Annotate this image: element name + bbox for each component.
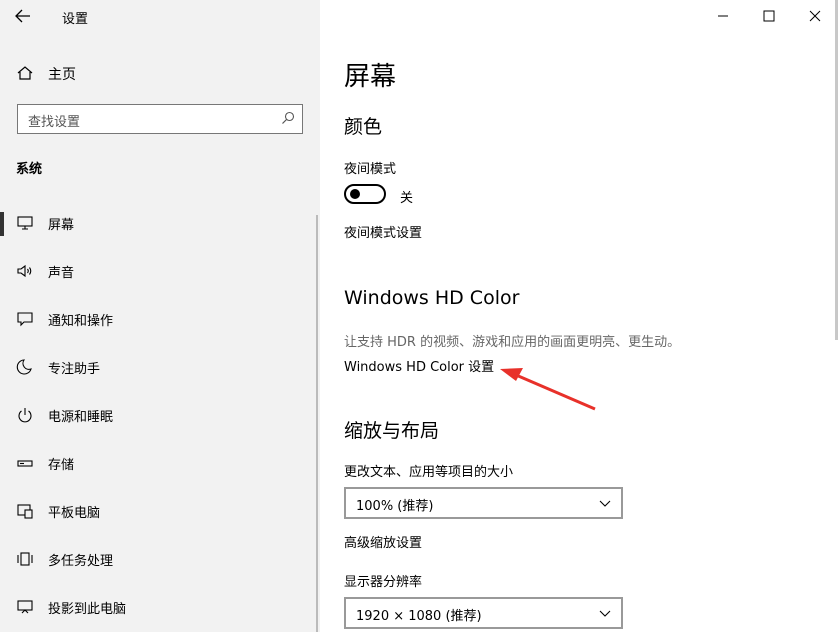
section-label-system: 系统 (16, 162, 43, 177)
close-icon (809, 10, 821, 22)
scale-label: 更改文本、应用等项目的大小 (344, 465, 514, 480)
advanced-scaling-link[interactable]: 高级缩放设置 (344, 532, 422, 551)
back-button[interactable] (10, 4, 38, 28)
sidebar-item-projecting[interactable]: 投影到此电脑 (0, 592, 320, 624)
message-icon (16, 310, 34, 328)
hdr-heading: Windows HD Color (344, 287, 520, 309)
sidebar-scrollbar[interactable] (316, 215, 318, 632)
scale-dropdown[interactable]: 100% (推荐) (344, 487, 623, 519)
night-mode-label: 夜间模式 (344, 162, 397, 177)
sidebar-item-tablet[interactable]: 平板电脑 (0, 496, 320, 528)
main-content: 屏幕 颜色 夜间模式 关 夜间模式设置 Windows HD Color 让支持… (320, 0, 839, 632)
sidebar-item-label: 专注助手 (48, 362, 101, 377)
monitor-icon (16, 214, 34, 232)
sidebar-item-power[interactable]: 电源和睡眠 (0, 400, 320, 432)
moon-icon (16, 358, 34, 376)
sidebar-item-label: 电源和睡眠 (48, 410, 114, 425)
night-mode-state: 关 (400, 191, 414, 206)
storage-icon (16, 454, 34, 472)
multitask-icon (16, 550, 34, 568)
speaker-icon (16, 262, 34, 280)
hdr-description: 让支持 HDR 的视频、游戏和应用的画面更明亮、更生动。 (344, 335, 681, 350)
page-title: 屏幕 (344, 62, 397, 92)
home-icon (16, 64, 34, 86)
tablet-icon (16, 502, 34, 520)
chevron-down-icon (597, 605, 613, 621)
toggle-knob (350, 189, 360, 199)
minimize-icon (718, 15, 728, 17)
sidebar-item-label: 通知和操作 (48, 314, 114, 329)
sidebar-item-multitasking[interactable]: 多任务处理 (0, 544, 320, 576)
search-icon[interactable] (280, 110, 296, 126)
resolution-label: 显示器分辨率 (344, 575, 423, 590)
sidebar-item-label: 投影到此电脑 (48, 602, 127, 617)
active-indicator (0, 212, 4, 236)
annotation-arrow-icon (500, 368, 596, 411)
maximize-icon (763, 10, 775, 22)
scale-value: 100% (推荐) (356, 499, 434, 514)
sidebar-item-label: 声音 (48, 266, 75, 281)
chevron-down-icon (597, 495, 613, 511)
night-mode-settings-link[interactable]: 夜间模式设置 (344, 222, 422, 241)
sidebar: 设置 主页 查找设置 系统 屏幕 声音 通知和操作 专注助手 电源和睡眠 存储 … (0, 0, 320, 632)
sidebar-item-label: 平板电脑 (48, 506, 101, 521)
night-mode-toggle[interactable] (344, 184, 386, 204)
close-button[interactable] (792, 0, 838, 32)
color-heading: 颜色 (344, 116, 383, 138)
back-arrow-icon (15, 9, 30, 23)
sidebar-item-label: 存储 (48, 458, 75, 473)
content-scrollbar[interactable] (835, 0, 838, 340)
window-title: 设置 (62, 12, 89, 27)
scale-heading: 缩放与布局 (344, 420, 440, 442)
power-icon (16, 406, 34, 424)
sidebar-item-label: 屏幕 (48, 218, 75, 233)
sidebar-item-focus-assist[interactable]: 专注助手 (0, 352, 320, 384)
minimize-button[interactable] (700, 0, 746, 32)
sidebar-item-sound[interactable]: 声音 (0, 256, 320, 288)
sidebar-item-label: 多任务处理 (48, 554, 114, 569)
projector-icon (16, 598, 34, 616)
resolution-dropdown[interactable]: 1920 × 1080 (推荐) (344, 597, 623, 629)
sidebar-item-notifications[interactable]: 通知和操作 (0, 304, 320, 336)
resolution-value: 1920 × 1080 (推荐) (356, 609, 482, 624)
sidebar-item-storage[interactable]: 存储 (0, 448, 320, 480)
search-input[interactable]: 查找设置 (17, 104, 303, 134)
hdr-settings-link[interactable]: Windows HD Color 设置 (344, 356, 494, 375)
maximize-button[interactable] (746, 0, 792, 32)
sidebar-item-display[interactable]: 屏幕 (0, 208, 320, 240)
home-link[interactable]: 主页 (48, 64, 76, 84)
search-placeholder: 查找设置 (28, 115, 81, 130)
